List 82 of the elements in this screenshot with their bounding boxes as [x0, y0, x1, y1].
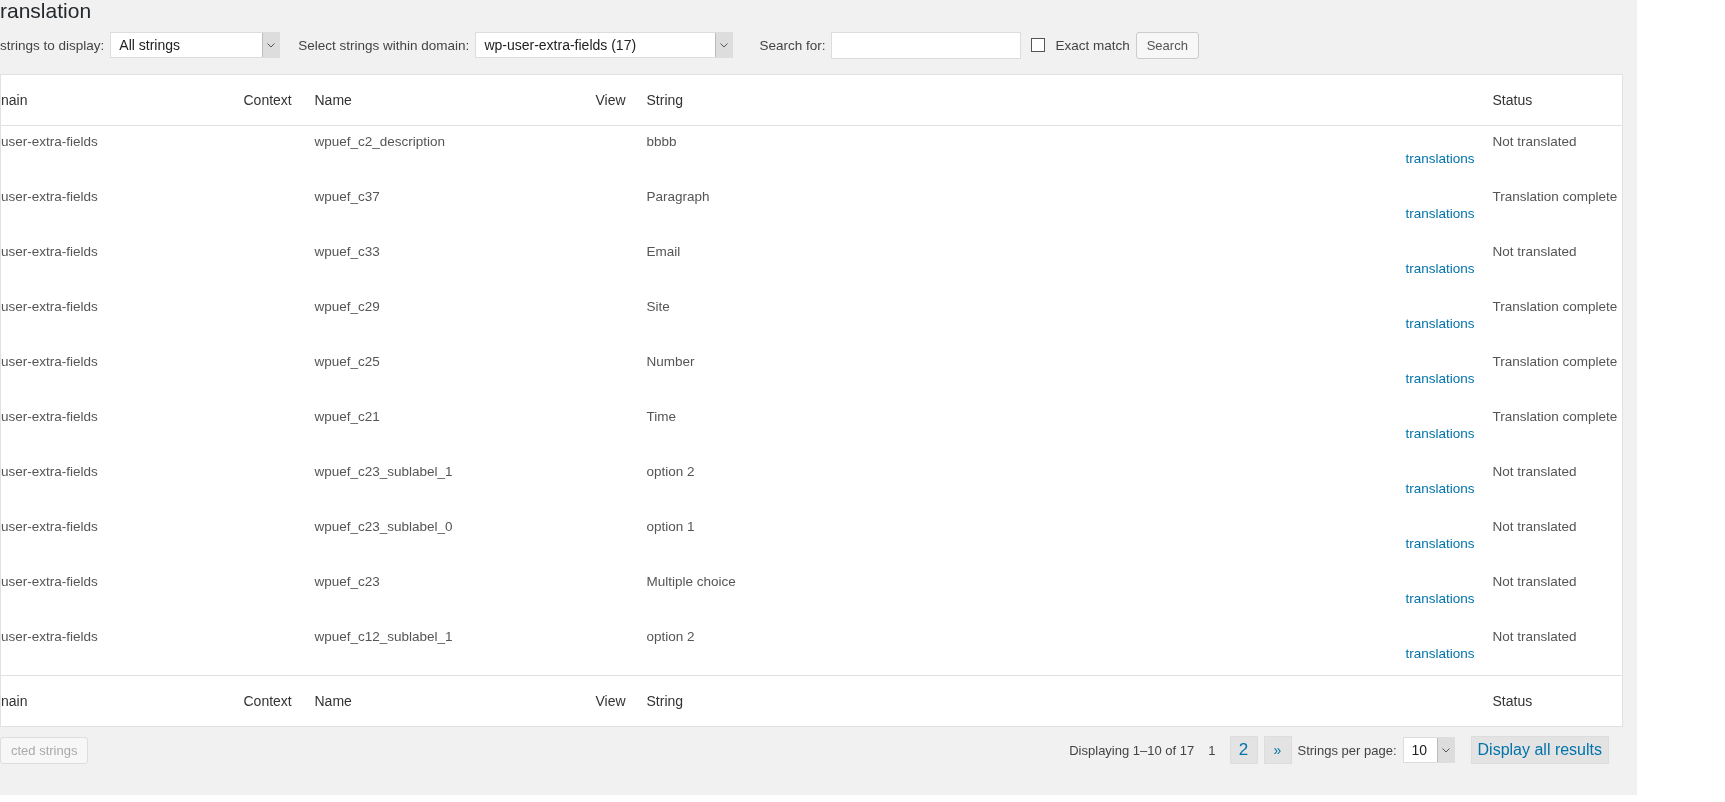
table-cell: user-extra-fields	[1, 463, 98, 479]
table-cell: Number	[646, 353, 695, 369]
column-footer: Name	[314, 693, 352, 709]
column-footer: nain	[1, 693, 28, 709]
exact-match-checkbox[interactable]	[1031, 38, 1046, 52]
translations-link[interactable]: translations	[1405, 315, 1475, 331]
translations-link[interactable]: translations	[1405, 590, 1475, 606]
table-cell: user-extra-fields	[1, 628, 98, 644]
table-cell: user-extra-fields	[1, 353, 98, 369]
table-cell: user-extra-fields	[1, 188, 98, 204]
table-cell: Translation complete	[1492, 188, 1618, 204]
translations-link[interactable]: translations	[1405, 260, 1475, 276]
display-select[interactable]: All strings	[110, 32, 281, 58]
domain-label: Select strings within domain:	[298, 37, 470, 53]
translations-link[interactable]: translations	[1405, 205, 1475, 221]
table-cell: user-extra-fields	[1, 518, 98, 534]
table-cell: option 2	[646, 628, 695, 644]
table-cell: Not translated	[1492, 243, 1577, 259]
per-page-select[interactable]: 10	[1402, 737, 1455, 763]
table-cell: Translation complete	[1492, 408, 1618, 424]
table-cell: bbbb	[646, 134, 677, 149]
table-cell: Not translated	[1492, 463, 1577, 479]
table-cell: wpuef_c2_description	[314, 134, 446, 149]
column-header: String	[646, 92, 684, 108]
search-field[interactable]	[831, 31, 1022, 59]
table-cell: user-extra-fields	[1, 243, 98, 259]
table-cell: Multiple choice	[646, 573, 736, 589]
table-cell: Not translated	[1492, 573, 1577, 589]
table-cell: wpuef_c29	[314, 298, 380, 314]
display-label: strings to display:	[0, 37, 105, 53]
table-cell: Paragraph	[646, 188, 710, 204]
column-footer: String	[646, 693, 684, 709]
translations-link[interactable]: translations	[1405, 151, 1475, 166]
table-cell: Translation complete	[1492, 353, 1618, 369]
table-cell: user-extra-fields	[1, 298, 98, 314]
table-cell: option 2	[646, 463, 695, 479]
table-cell: Email	[646, 243, 681, 259]
table-cell: Site	[646, 298, 670, 314]
display-all-button[interactable]: Display all results	[1470, 736, 1609, 764]
table-cell: user-extra-fields	[1, 573, 98, 589]
table-cell: wpuef_c23	[314, 573, 380, 589]
table-cell: wpuef_c23_sublabel_1	[314, 463, 453, 479]
search-label: Search for:	[759, 37, 826, 53]
table-cell: Translation complete	[1492, 298, 1618, 314]
column-footer: View	[595, 693, 626, 709]
search-button[interactable]: Search	[1135, 31, 1199, 59]
column-footer: Status	[1492, 693, 1533, 709]
chevron-down-icon	[1436, 738, 1454, 762]
translations-link[interactable]: translations	[1405, 480, 1475, 496]
chevron-down-icon	[715, 33, 733, 57]
column-header: nain	[1, 92, 28, 108]
page-title: ranslation	[0, 0, 93, 22]
column-header: Context	[243, 92, 292, 108]
column-header: Status	[1492, 92, 1533, 108]
translations-link[interactable]: translations	[1405, 645, 1475, 661]
table-cell: option 1	[646, 518, 695, 534]
table-cell: wpuef_c12_sublabel_1	[314, 628, 453, 644]
column-footer: Context	[243, 693, 292, 709]
table-cell: user-extra-fields	[1, 408, 98, 424]
table-cell: Not translated	[1492, 628, 1577, 644]
column-header: Name	[314, 92, 352, 108]
chevron-down-icon	[262, 33, 280, 57]
page-link[interactable]: »	[1263, 736, 1292, 764]
table-cell: wpuef_c23_sublabel_0	[314, 518, 453, 534]
current-page: 1	[1207, 742, 1217, 758]
translations-link[interactable]: translations	[1405, 370, 1475, 386]
table-cell: Time	[646, 408, 676, 424]
page-link[interactable]: 2	[1229, 736, 1258, 764]
table-cell: Not translated	[1492, 134, 1577, 149]
translations-link[interactable]: translations	[1405, 535, 1475, 551]
table-cell: wpuef_c25	[314, 353, 380, 369]
domain-select[interactable]: wp-user-extra-fields (17)	[475, 32, 734, 58]
table-cell: user-extra-fields	[1, 134, 98, 149]
displaying-count: Displaying 1–10 of 17	[1069, 742, 1195, 758]
per-page-label: Strings per page:	[1297, 742, 1397, 758]
column-header: View	[595, 92, 626, 108]
table-cell: wpuef_c33	[314, 243, 380, 259]
table-cell: wpuef_c37	[314, 188, 380, 204]
table-cell: Not translated	[1492, 518, 1577, 534]
translations-link[interactable]: translations	[1405, 425, 1475, 441]
table-cell: wpuef_c21	[314, 408, 380, 424]
exact-match-label: Exact match	[1055, 37, 1130, 53]
